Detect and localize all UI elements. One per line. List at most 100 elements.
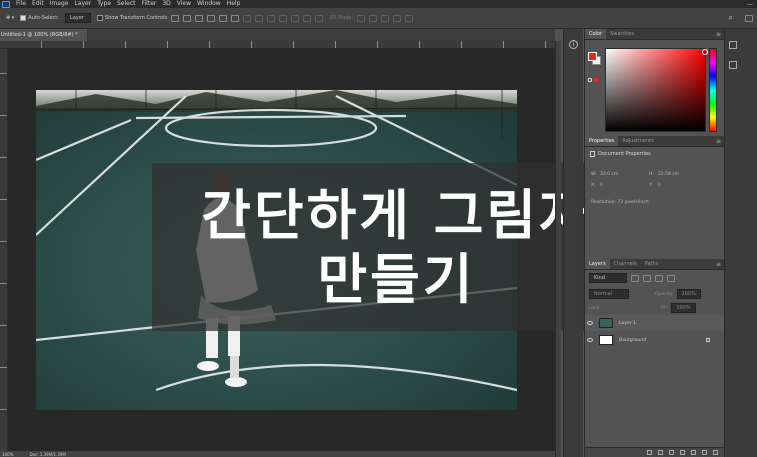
color-panel: Color Swatches ≡ <box>585 29 724 136</box>
color-picker-marker[interactable] <box>702 49 708 55</box>
y-value[interactable]: 0 <box>658 183 661 188</box>
menu-help[interactable]: Help <box>227 0 241 8</box>
photoshop-logo-icon[interactable] <box>2 0 10 8</box>
visibility-eye-icon[interactable] <box>587 321 593 325</box>
search-icon[interactable]: ⌕ <box>729 13 733 23</box>
tab-adjustments[interactable]: Adjustments <box>618 136 657 146</box>
distribute-center-icon[interactable] <box>291 14 300 22</box>
zoom-level[interactable]: 100% <box>2 452 13 457</box>
new-group-icon[interactable] <box>691 450 696 455</box>
filter-pixel-icon[interactable] <box>631 274 639 282</box>
x-label: X: <box>591 183 596 188</box>
filter-type-icon[interactable] <box>655 274 663 282</box>
tab-paths[interactable]: Paths <box>641 259 663 269</box>
distribute-left-icon[interactable] <box>279 14 288 22</box>
auto-select-checkbox[interactable] <box>20 15 27 21</box>
minimize-icon[interactable]: — <box>747 1 753 8</box>
menu-image[interactable]: Image <box>50 0 69 8</box>
align-left-icon[interactable] <box>207 14 216 22</box>
3d-slide-icon[interactable] <box>393 14 402 22</box>
layer-row[interactable]: Background <box>585 332 724 348</box>
new-layer-icon[interactable] <box>702 450 707 455</box>
menu-layer[interactable]: Layer <box>74 0 91 8</box>
foreground-color-swatch[interactable] <box>588 52 597 61</box>
options-bar: ✥ ▾ Auto-Select: Layer Show Transform Co… <box>0 8 757 29</box>
layers-footer <box>585 447 724 457</box>
3d-rotate-icon[interactable] <box>357 14 366 22</box>
title-line-2: 만들기 <box>317 247 476 311</box>
layers-panel: Layers Channels Paths ≡ Kind Normal Opac… <box>585 259 724 457</box>
transform-controls-label: Show Transform Controls <box>104 15 168 21</box>
auto-select-dropdown[interactable]: Layer <box>64 13 91 23</box>
tab-properties[interactable]: Properties <box>585 136 619 146</box>
3d-roll-icon[interactable] <box>369 14 378 22</box>
width-value[interactable]: 33.0 cm <box>600 172 618 177</box>
height-value[interactable]: 22.58 cm <box>658 172 679 177</box>
layer-name[interactable]: Layer 1 <box>619 321 636 326</box>
layer-filter-dropdown[interactable]: Kind <box>589 273 627 283</box>
tab-layers[interactable]: Layers <box>585 259 610 269</box>
fill-input[interactable]: 100% <box>671 303 696 313</box>
layer-row[interactable]: Layer 1 <box>585 315 724 331</box>
menu-type[interactable]: Type <box>97 0 111 8</box>
move-tool-icon[interactable]: ✥ ▾ <box>6 15 14 21</box>
layer-name[interactable]: Background <box>619 338 646 343</box>
align-middle-icon[interactable] <box>183 14 192 22</box>
distribute-bottom-icon[interactable] <box>267 14 276 22</box>
panel-menu-icon[interactable]: ≡ <box>716 139 721 145</box>
auto-align-icon[interactable] <box>315 14 324 22</box>
height-label: H: <box>649 172 654 177</box>
vertical-scrollbar[interactable] <box>555 41 561 457</box>
distribute-top-icon[interactable] <box>243 14 252 22</box>
status-bar: 100% Doc: 1.39M/1.39M <box>0 451 555 457</box>
hue-slider[interactable] <box>709 48 717 132</box>
blend-mode-dropdown[interactable]: Normal <box>589 289 629 299</box>
ruler-horizontal[interactable] <box>0 41 555 49</box>
panel-menu-icon[interactable]: ≡ <box>716 262 721 268</box>
tab-swatches[interactable]: Swatches <box>606 29 638 39</box>
fill-label: Fill: <box>660 305 669 311</box>
distribute-middle-icon[interactable] <box>255 14 264 22</box>
panel-menu-icon[interactable]: ≡ <box>716 32 721 38</box>
filter-shape-icon[interactable] <box>667 274 675 282</box>
lock-label: Lock: <box>589 305 601 311</box>
document-tab[interactable]: Untitled-1 @ 100% (RGB/8#) * <box>0 29 88 41</box>
x-value[interactable]: 0 <box>600 183 603 188</box>
visibility-eye-icon[interactable] <box>587 338 593 342</box>
transform-controls-checkbox[interactable] <box>96 15 103 21</box>
ruler-vertical[interactable] <box>0 49 8 451</box>
workspace-icon[interactable] <box>745 14 753 22</box>
gamut-warning-icon[interactable] <box>588 77 600 83</box>
menu-file[interactable]: File <box>16 0 26 8</box>
color-picker-field[interactable] <box>605 48 706 132</box>
opacity-input[interactable]: 100% <box>676 289 701 299</box>
add-mask-icon[interactable] <box>669 450 674 455</box>
align-center-icon[interactable] <box>219 14 228 22</box>
tab-color[interactable]: Color <box>585 29 607 39</box>
tab-channels[interactable]: Channels <box>610 259 641 269</box>
align-bottom-icon[interactable] <box>195 14 204 22</box>
adjustment-layer-icon[interactable] <box>680 450 685 455</box>
align-top-icon[interactable] <box>171 14 180 22</box>
3d-pan-icon[interactable] <box>381 14 390 22</box>
document-icon <box>590 151 595 157</box>
menu-view[interactable]: View <box>177 0 191 8</box>
layer-thumbnail <box>599 335 613 345</box>
layer-style-icon[interactable] <box>658 450 663 455</box>
trash-icon[interactable] <box>713 450 718 455</box>
link-layers-icon[interactable] <box>647 450 652 455</box>
info-icon[interactable]: i <box>569 40 578 49</box>
menu-window[interactable]: Window <box>197 0 221 8</box>
auto-select-label: Auto-Select: <box>28 15 59 21</box>
filter-adjustment-icon[interactable] <box>643 274 651 282</box>
menu-edit[interactable]: Edit <box>32 0 44 8</box>
align-right-icon[interactable] <box>231 14 240 22</box>
panel-icon[interactable] <box>729 61 737 69</box>
panel-icon[interactable] <box>729 41 737 49</box>
3d-scale-icon[interactable] <box>405 14 414 22</box>
panel-dock: Color Swatches ≡ Properties Adjustments … <box>584 29 724 457</box>
menu-filter[interactable]: Filter <box>142 0 157 8</box>
distribute-right-icon[interactable] <box>303 14 312 22</box>
menu-select[interactable]: Select <box>117 0 136 8</box>
menu-3d[interactable]: 3D <box>162 0 170 8</box>
